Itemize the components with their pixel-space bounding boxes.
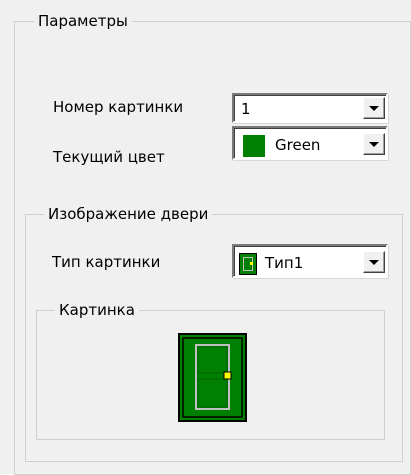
current-color-dropdown-button[interactable]	[363, 133, 385, 155]
picture-type-dropdown-button[interactable]	[363, 251, 385, 273]
parameters-group-title: Параметры	[34, 12, 132, 30]
picture-number-combobox[interactable]: 1	[232, 93, 388, 123]
picture-type-label: Тип картинки	[52, 253, 161, 271]
door-icon	[239, 253, 257, 275]
parameters-panel: Параметры Номер картинки 1 Текущий цвет …	[0, 0, 411, 475]
picture-number-label: Номер картинки	[53, 98, 184, 116]
current-color-label: Текущий цвет	[53, 148, 165, 166]
picture-number-value: 1	[241, 100, 251, 118]
picture-type-value: Тип1	[265, 254, 304, 272]
chevron-down-icon	[369, 260, 379, 265]
chevron-down-icon	[369, 106, 379, 111]
color-swatch-icon	[243, 135, 265, 157]
door-preview-image	[178, 333, 247, 422]
picture-number-dropdown-button[interactable]	[363, 97, 385, 119]
door-icon	[182, 337, 243, 418]
door-image-group-title: Изображение двери	[44, 205, 213, 223]
current-color-value: Green	[275, 136, 321, 154]
chevron-down-icon	[369, 142, 379, 147]
current-color-combobox[interactable]: Green	[232, 126, 388, 160]
picture-type-combobox[interactable]: Тип1	[232, 244, 388, 278]
picture-group-title: Картинка	[55, 301, 139, 319]
